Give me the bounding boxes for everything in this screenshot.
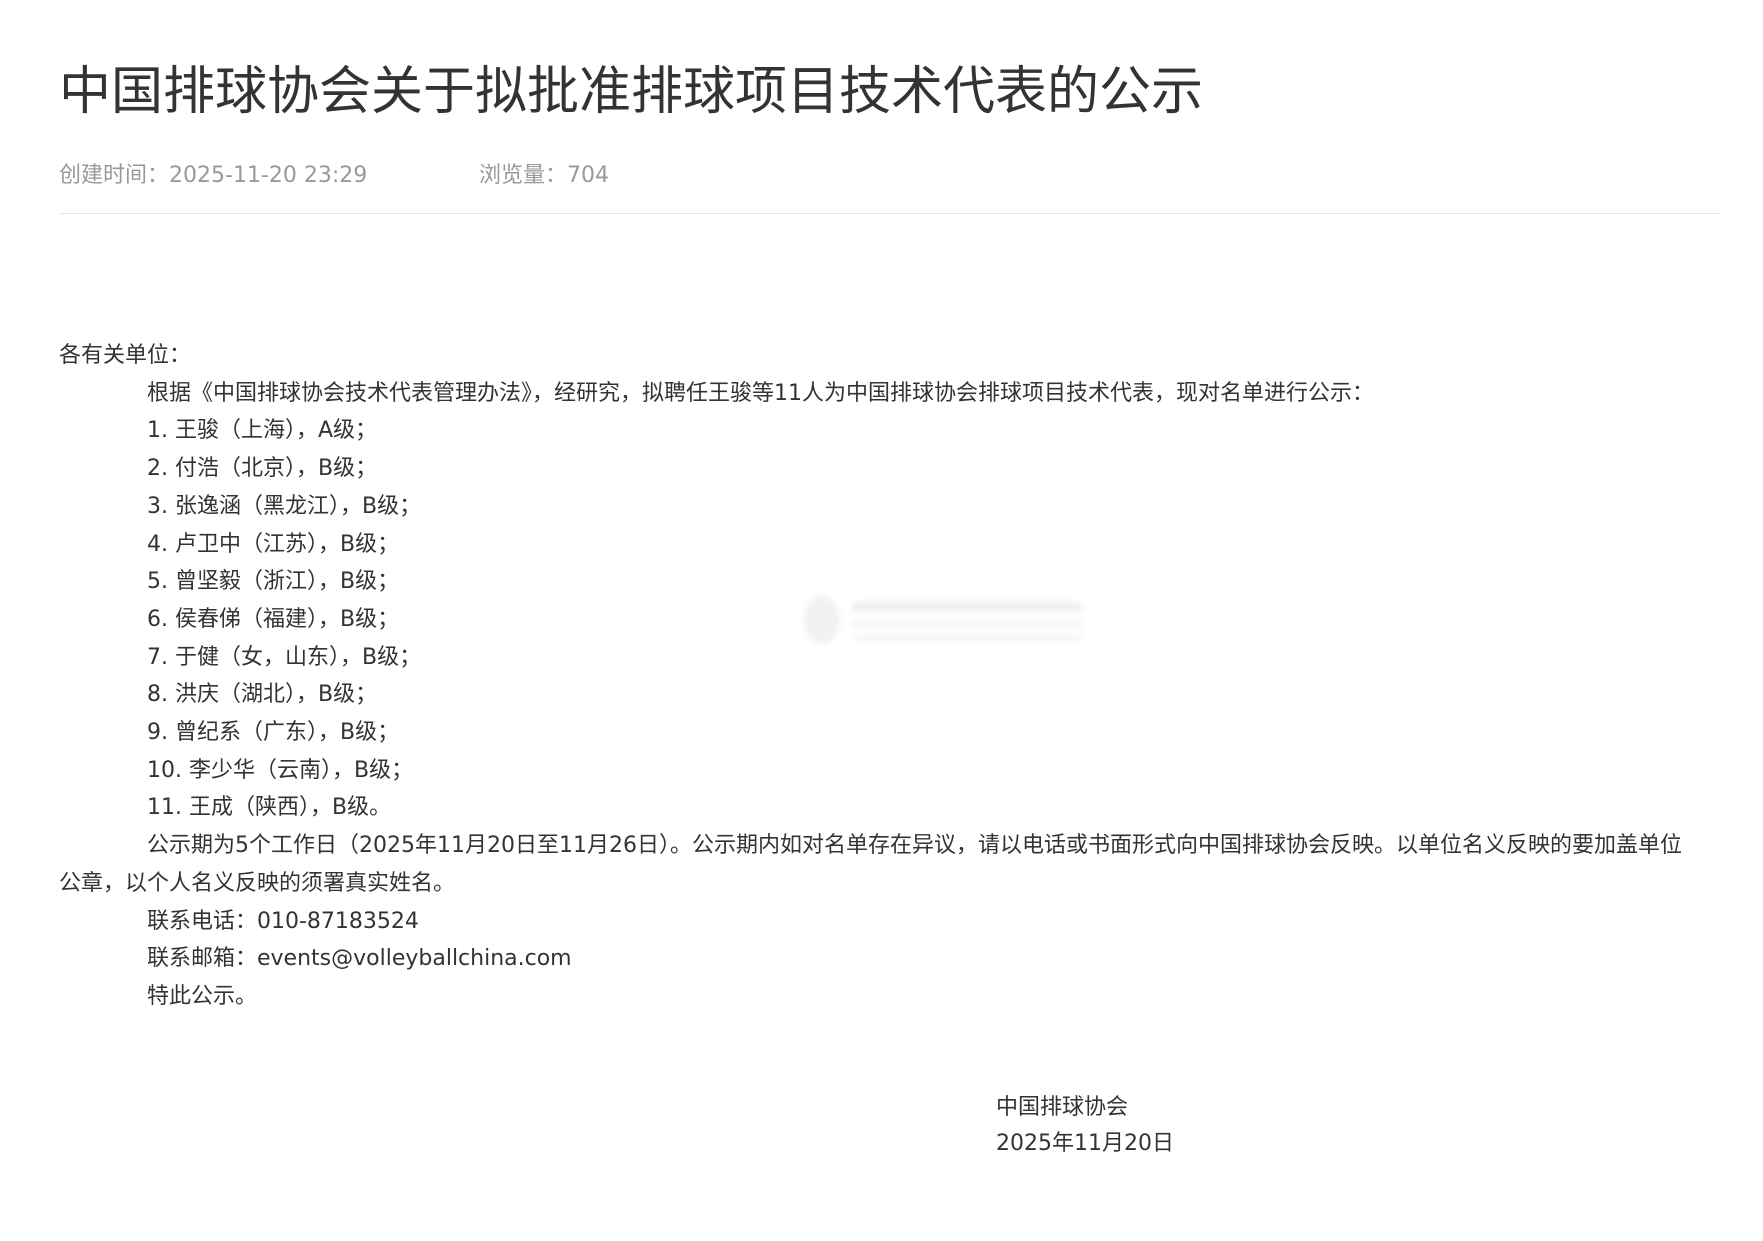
list-item: 2. 付浩（北京），B级； bbox=[147, 456, 378, 482]
signature-org: 中国排球协会 bbox=[996, 1095, 1129, 1120]
list-item: 3. 张逸涵（黑龙江），B级； bbox=[147, 493, 422, 519]
article-body: 各有关单位： 根据《中国排球协会技术代表管理办法》，经研究，拟聘任王骏等11人为… bbox=[59, 337, 1699, 1016]
intro-paragraph: 根据《中国排球协会技术代表管理办法》，经研究，拟聘任王骏等11人为中国排球协会排… bbox=[147, 380, 1374, 406]
notice-paragraph: 公示期为5个工作日（2025年11月20日至11月26日）。公示期内如对名单存在… bbox=[59, 833, 1682, 896]
list-item: 11. 王成（陕西），B级。 bbox=[147, 795, 392, 821]
article-meta: 创建时间：2025-11-20 23:29 浏览量：704 bbox=[59, 160, 609, 192]
divider bbox=[59, 213, 1721, 214]
list-item: 10. 李少华（云南），B级； bbox=[147, 757, 414, 783]
list-item: 9. 曾纪系（广东），B级； bbox=[147, 720, 400, 746]
list-item: 8. 洪庆（湖北），B级； bbox=[147, 682, 378, 708]
signature-block: 中国排球协会 2025年11月20日 bbox=[996, 1090, 1174, 1162]
view-count: 浏览量：704 bbox=[479, 163, 610, 188]
signature-date: 2025年11月20日 bbox=[996, 1131, 1174, 1156]
contact-email: 联系邮箱：events@volleyballchina.com bbox=[147, 946, 572, 972]
list-item: 1. 王骏（上海），A级； bbox=[147, 418, 378, 444]
faded-watermark-image bbox=[804, 596, 1082, 644]
closing-line: 特此公示。 bbox=[147, 983, 258, 1009]
page-title: 中国排球协会关于拟批准排球项目技术代表的公示 bbox=[59, 62, 1204, 122]
list-item: 4. 卢卫中（江苏），B级； bbox=[147, 531, 400, 557]
created-time: 创建时间：2025-11-20 23:29 bbox=[59, 163, 368, 188]
salutation: 各有关单位： bbox=[59, 343, 192, 368]
contact-phone: 联系电话：010-87183524 bbox=[147, 908, 419, 934]
